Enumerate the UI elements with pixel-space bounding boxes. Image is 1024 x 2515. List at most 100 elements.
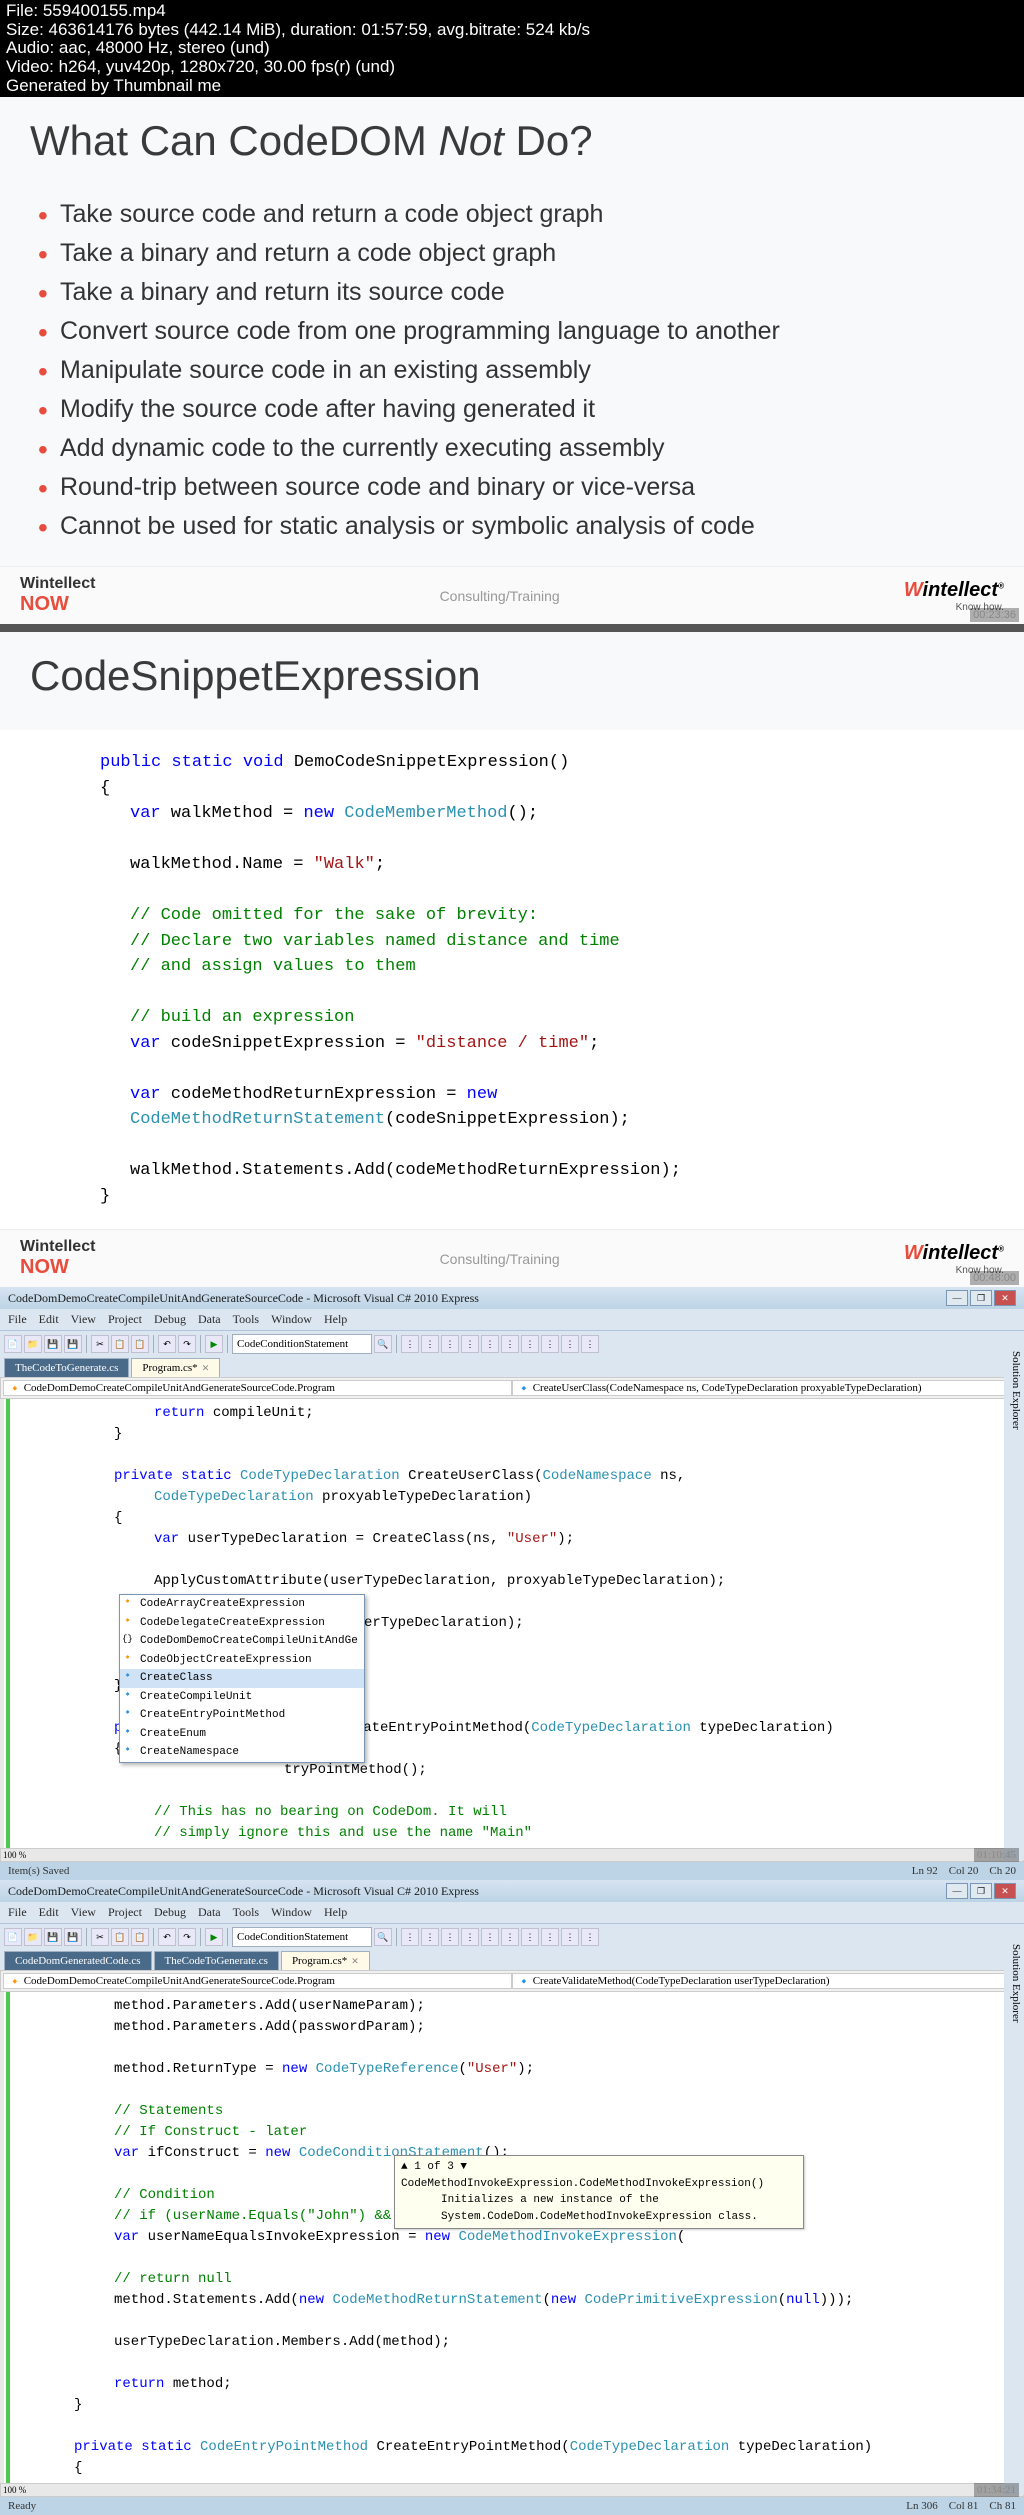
menu-data[interactable]: Data [198, 1312, 221, 1327]
undo-icon[interactable]: ↶ [158, 1335, 176, 1353]
code-editor[interactable]: method.Parameters.Add(userNameParam); me… [0, 1992, 1024, 2483]
tab-generatedcode[interactable]: CodeDomGeneratedCode.cs [4, 1951, 152, 1970]
tb-icon[interactable]: ⋮ [561, 1928, 579, 1946]
menu-edit[interactable]: Edit [39, 1312, 59, 1327]
open-icon[interactable]: 📁 [24, 1928, 42, 1946]
tab-codetogenerate[interactable]: TheCodeToGenerate.cs [4, 1358, 129, 1377]
cut-icon[interactable]: ✂ [91, 1335, 109, 1353]
intellisense-item-selected[interactable]: 🔹CreateClass [120, 1669, 364, 1688]
tb-icon[interactable]: ⋮ [581, 1335, 599, 1353]
class-combo[interactable]: 🔸CodeDomDemoCreateCompileUnitAndGenerate… [3, 1973, 512, 1989]
window-title: CodeDomDemoCreateCompileUnitAndGenerateS… [8, 1884, 479, 1899]
copy-icon[interactable]: 📋 [111, 1335, 129, 1353]
undo-icon[interactable]: ↶ [158, 1928, 176, 1946]
menu-tools[interactable]: Tools [233, 1905, 260, 1920]
menu-help[interactable]: Help [324, 1312, 347, 1327]
tb-icon[interactable]: ⋮ [461, 1928, 479, 1946]
close-button[interactable]: ✕ [994, 1883, 1016, 1899]
new-icon[interactable]: 📄 [4, 1928, 22, 1946]
tb-icon[interactable]: ⋮ [521, 1335, 539, 1353]
menu-debug[interactable]: Debug [154, 1312, 186, 1327]
tab-program[interactable]: Program.cs*✕ [131, 1358, 220, 1377]
intellisense-item[interactable]: 🔹CreateEntryPointMethod [120, 1706, 364, 1725]
separator [0, 624, 1024, 632]
intellisense-item[interactable]: 🔹CreateNamespace [120, 1743, 364, 1762]
tb-icon[interactable]: ⋮ [541, 1928, 559, 1946]
find-icon[interactable]: 🔍 [374, 1335, 392, 1353]
tb-icon[interactable]: ⋮ [441, 1335, 459, 1353]
horizontal-scrollbar[interactable]: 100 %▸ [0, 1848, 1024, 1862]
save-icon[interactable]: 💾 [44, 1335, 62, 1353]
class-combo[interactable]: 🔸CodeDomDemoCreateCompileUnitAndGenerate… [3, 1380, 512, 1396]
menu-window[interactable]: Window [271, 1905, 312, 1920]
member-combo[interactable]: 🔹CreateValidateMethod(CodeTypeDeclaratio… [512, 1973, 1021, 1989]
tb-icon[interactable]: ⋮ [501, 1928, 519, 1946]
solution-explorer-tab[interactable]: Solution Explorer [1004, 1347, 1024, 1860]
horizontal-scrollbar[interactable]: 100 %▸ [0, 2483, 1024, 2497]
tb-icon[interactable]: ⋮ [441, 1928, 459, 1946]
menu-file[interactable]: File [8, 1905, 27, 1920]
close-button[interactable]: ✕ [994, 1290, 1016, 1306]
tb-icon[interactable]: ⋮ [581, 1928, 599, 1946]
tb-icon[interactable]: ⋮ [401, 1928, 419, 1946]
member-combo[interactable]: 🔹CreateUserClass(CodeNamespace ns, CodeT… [512, 1380, 1021, 1396]
cut-icon[interactable]: ✂ [91, 1928, 109, 1946]
copy-icon[interactable]: 📋 [111, 1928, 129, 1946]
run-icon[interactable]: ▶ [205, 1928, 223, 1946]
tb-icon[interactable]: ⋮ [421, 1335, 439, 1353]
tb-icon[interactable]: ⋮ [541, 1335, 559, 1353]
menu-data[interactable]: Data [198, 1905, 221, 1920]
tb-icon[interactable]: ⋮ [481, 1335, 499, 1353]
intellisense-item[interactable]: {}CodeDomDemoCreateCompileUnitAndGe [120, 1632, 364, 1651]
redo-icon[interactable]: ↷ [178, 1335, 196, 1353]
close-tab-icon[interactable]: ✕ [351, 1956, 359, 1967]
solution-explorer-tab[interactable]: Solution Explorer [1004, 1940, 1024, 2495]
minimize-button[interactable]: — [946, 1883, 968, 1899]
menu-file[interactable]: File [8, 1312, 27, 1327]
menu-help[interactable]: Help [324, 1905, 347, 1920]
saveall-icon[interactable]: 💾 [64, 1335, 82, 1353]
tb-icon[interactable]: ⋮ [421, 1928, 439, 1946]
menu-view[interactable]: View [71, 1312, 96, 1327]
save-icon[interactable]: 💾 [44, 1928, 62, 1946]
tab-program[interactable]: Program.cs*✕ [281, 1951, 370, 1970]
maximize-button[interactable]: ❐ [970, 1883, 992, 1899]
find-combo[interactable]: CodeConditionStatement [232, 1927, 372, 1947]
tb-icon[interactable]: ⋮ [561, 1335, 579, 1353]
paste-icon[interactable]: 📋 [131, 1335, 149, 1353]
tb-icon[interactable]: ⋮ [521, 1928, 539, 1946]
intellisense-item[interactable]: 🔸CodeArrayCreateExpression [120, 1595, 364, 1614]
menu-window[interactable]: Window [271, 1312, 312, 1327]
intellisense-item[interactable]: 🔸CodeDelegateCreateExpression [120, 1614, 364, 1633]
close-tab-icon[interactable]: ✕ [202, 1363, 210, 1374]
intellisense-item[interactable]: 🔸CodeObjectCreateExpression [120, 1651, 364, 1670]
titlebar[interactable]: CodeDomDemoCreateCompileUnitAndGenerateS… [0, 1287, 1024, 1309]
titlebar[interactable]: CodeDomDemoCreateCompileUnitAndGenerateS… [0, 1880, 1024, 1902]
find-icon[interactable]: 🔍 [374, 1928, 392, 1946]
slide-2-title: CodeSnippetExpression [30, 652, 994, 700]
redo-icon[interactable]: ↷ [178, 1928, 196, 1946]
intellisense-item[interactable]: 🔹CreateCompileUnit [120, 1688, 364, 1707]
run-icon[interactable]: ▶ [205, 1335, 223, 1353]
tab-codetogenerate[interactable]: TheCodeToGenerate.cs [154, 1951, 279, 1970]
tb-icon[interactable]: ⋮ [401, 1335, 419, 1353]
menu-project[interactable]: Project [108, 1312, 142, 1327]
intellisense-popup[interactable]: 🔸CodeArrayCreateExpression 🔸CodeDelegate… [119, 1594, 365, 1763]
saveall-icon[interactable]: 💾 [64, 1928, 82, 1946]
tb-icon[interactable]: ⋮ [481, 1928, 499, 1946]
code-editor[interactable]: return compileUnit; } private static Cod… [0, 1399, 1024, 1848]
menu-edit[interactable]: Edit [39, 1905, 59, 1920]
maximize-button[interactable]: ❐ [970, 1290, 992, 1306]
intellisense-item[interactable]: 🔹CreateEnum [120, 1725, 364, 1744]
tb-icon[interactable]: ⋮ [501, 1335, 519, 1353]
menu-debug[interactable]: Debug [154, 1905, 186, 1920]
menu-project[interactable]: Project [108, 1905, 142, 1920]
paste-icon[interactable]: 📋 [131, 1928, 149, 1946]
menu-view[interactable]: View [71, 1905, 96, 1920]
tb-icon[interactable]: ⋮ [461, 1335, 479, 1353]
find-combo[interactable]: CodeConditionStatement [232, 1334, 372, 1354]
menu-tools[interactable]: Tools [233, 1312, 260, 1327]
minimize-button[interactable]: — [946, 1290, 968, 1306]
open-icon[interactable]: 📁 [24, 1335, 42, 1353]
new-icon[interactable]: 📄 [4, 1335, 22, 1353]
